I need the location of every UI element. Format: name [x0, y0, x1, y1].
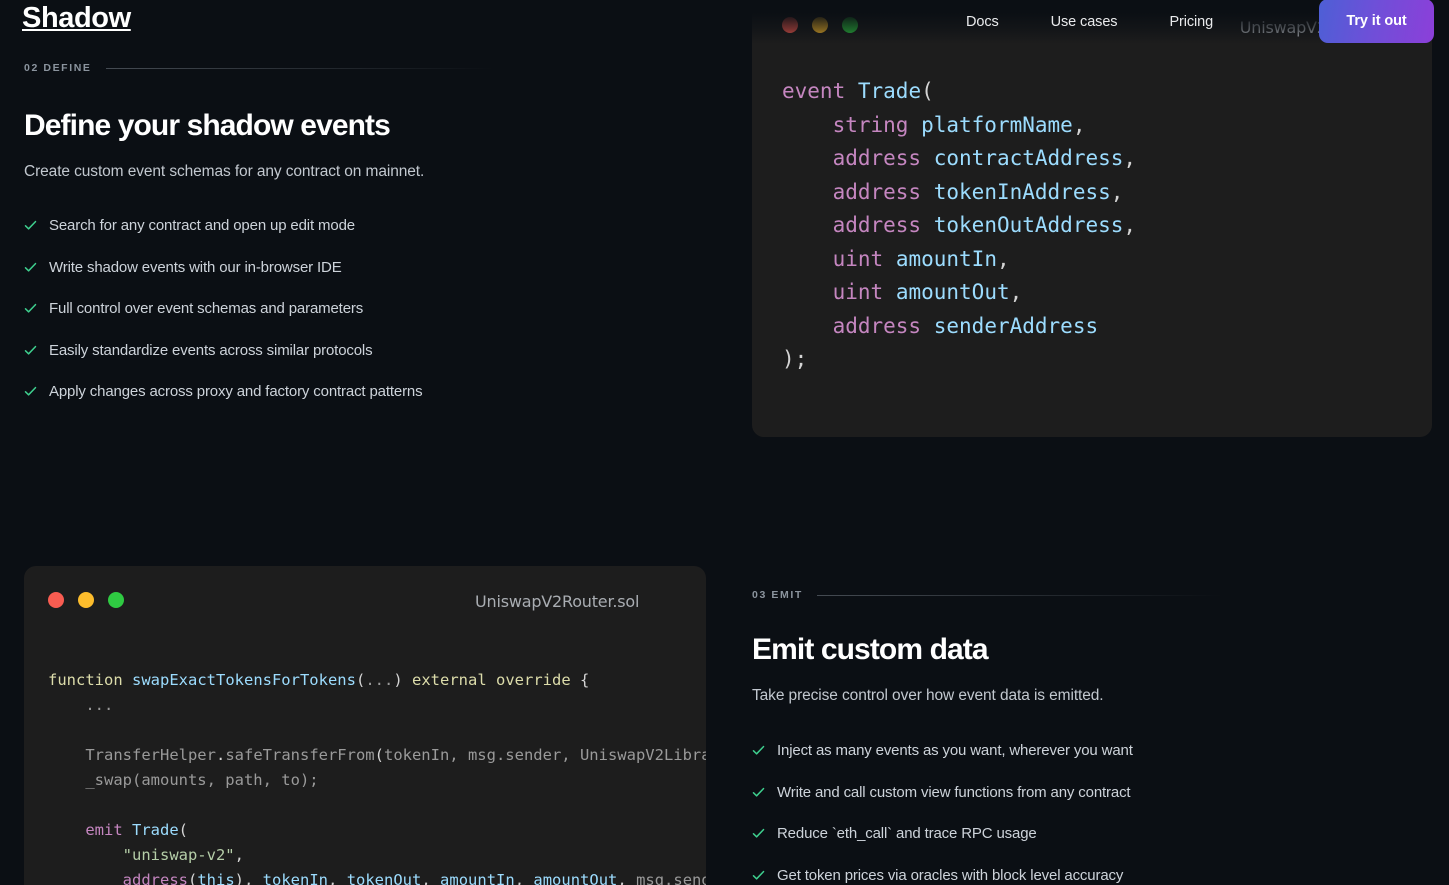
emit-heading: Emit custom data [752, 633, 1222, 666]
check-icon [752, 827, 765, 840]
close-dot-icon[interactable] [48, 592, 64, 608]
check-icon [24, 344, 37, 357]
list-item-label: Full control over event schemas and para… [49, 299, 363, 319]
code-content-define: event Trade( string platformName, addres… [782, 75, 1136, 377]
code-window-emit: UniswapV2Router.sol function swapExactTo… [24, 566, 706, 885]
list-item-label: Write and call custom view functions fro… [777, 783, 1130, 803]
emit-feature-list: Inject as many events as you want, where… [752, 741, 1222, 885]
list-item-label: Easily standardize events across similar… [49, 341, 372, 361]
list-item: Get token prices via oracles with block … [752, 866, 1222, 885]
check-icon [752, 786, 765, 799]
window-dots-bottom [48, 592, 124, 608]
list-item-label: Reduce `eth_call` and trace RPC usage [777, 824, 1037, 844]
list-item: Easily standardize events across similar… [24, 341, 494, 361]
section-emit: 03 EMIT Emit custom data Take precise co… [752, 589, 1222, 885]
define-eyebrow-label: 02 DEFINE [24, 62, 92, 74]
emit-eyebrow-label: 03 EMIT [752, 589, 803, 601]
list-item-label: Search for any contract and open up edit… [49, 216, 355, 236]
define-feature-list: Search for any contract and open up edit… [24, 216, 494, 402]
nav-link-docs[interactable]: Docs [940, 14, 1025, 30]
code-window-filename-bottom: UniswapV2Router.sol [475, 592, 639, 611]
list-item: Search for any contract and open up edit… [24, 216, 494, 236]
list-item: Write and call custom view functions fro… [752, 783, 1222, 803]
nav-link-use-cases[interactable]: Use cases [1025, 14, 1144, 30]
code-window-define: UniswapV2Router.sol event Trade( string … [752, 0, 1432, 437]
brand-logo[interactable]: Shadow [22, 2, 131, 35]
check-icon [752, 869, 765, 882]
check-icon [24, 302, 37, 315]
define-eyebrow-rule [106, 68, 495, 69]
top-navigation-bar: Shadow Docs Use cases Pricing Try it out [0, 0, 1449, 44]
list-item: Apply changes across proxy and factory c… [24, 382, 494, 402]
nav-links-group: Docs Use cases Pricing [940, 0, 1239, 44]
emit-eyebrow-rule [817, 595, 1222, 596]
nav-link-pricing[interactable]: Pricing [1143, 14, 1239, 30]
define-subheading: Create custom event schemas for any cont… [24, 163, 494, 181]
list-item: Full control over event schemas and para… [24, 299, 494, 319]
code-content-emit: function swapExactTokensForTokens(...) e… [48, 668, 706, 885]
maximize-dot-icon[interactable] [108, 592, 124, 608]
list-item-label: Apply changes across proxy and factory c… [49, 382, 422, 402]
define-heading: Define your shadow events [24, 109, 494, 142]
section-define: 02 DEFINE Define your shadow events Crea… [24, 62, 494, 402]
list-item: Inject as many events as you want, where… [752, 741, 1222, 761]
minimize-dot-icon[interactable] [78, 592, 94, 608]
check-icon [24, 219, 37, 232]
try-it-out-button[interactable]: Try it out [1319, 0, 1434, 43]
list-item-label: Inject as many events as you want, where… [777, 741, 1133, 761]
check-icon [24, 385, 37, 398]
define-eyebrow-row: 02 DEFINE [24, 62, 494, 74]
code-window-titlebar-bottom: UniswapV2Router.sol [24, 566, 706, 622]
list-item: Write shadow events with our in-browser … [24, 258, 494, 278]
check-icon [752, 744, 765, 757]
emit-eyebrow-row: 03 EMIT [752, 589, 1222, 601]
list-item: Reduce `eth_call` and trace RPC usage [752, 824, 1222, 844]
list-item-label: Write shadow events with our in-browser … [49, 258, 342, 278]
check-icon [24, 261, 37, 274]
emit-subheading: Take precise control over how event data… [752, 687, 1222, 705]
list-item-label: Get token prices via oracles with block … [777, 866, 1123, 885]
